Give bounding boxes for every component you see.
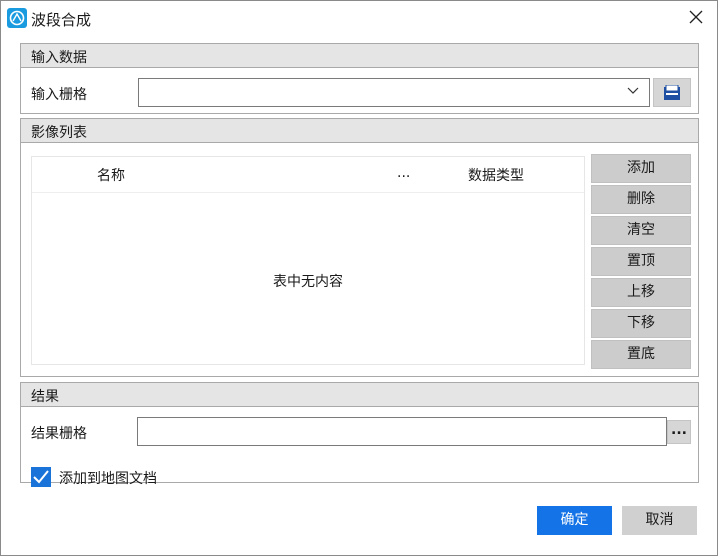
result-header: 结果 [21, 383, 698, 407]
input-data-title: 输入数据 [31, 50, 87, 66]
move-up-button[interactable]: 上移 [591, 278, 691, 307]
close-icon [689, 10, 703, 24]
cancel-button[interactable]: 取消 [622, 506, 697, 535]
chevron-down-icon[interactable] [627, 87, 639, 95]
move-top-button[interactable]: 置顶 [591, 247, 691, 276]
open-data-icon [664, 85, 680, 100]
header-divider [32, 192, 584, 193]
image-list-header: 影像列表 [21, 119, 698, 143]
add-to-map-label[interactable]: 添加到地图文档 [59, 468, 157, 488]
band-composite-dialog: 波段合成 输入数据 输入栅格 影像列表 名称 ... 数据类型 表中无内容 添加… [0, 0, 718, 556]
image-list-title: 影像列表 [31, 125, 87, 141]
result-raster-label: 结果栅格 [31, 426, 87, 442]
empty-table-message: 表中无内容 [273, 274, 343, 290]
input-raster-label: 输入栅格 [31, 87, 87, 103]
column-header-name[interactable]: 名称 [97, 165, 125, 185]
title-bar: 波段合成 [1, 1, 717, 35]
move-bottom-button[interactable]: 置底 [591, 340, 691, 369]
delete-button[interactable]: 删除 [591, 185, 691, 214]
app-logo-icon [7, 8, 27, 28]
browse-button[interactable]: ... [667, 420, 691, 444]
add-button[interactable]: 添加 [591, 154, 691, 183]
ok-button[interactable]: 确定 [537, 506, 612, 535]
clear-button[interactable]: 清空 [591, 216, 691, 245]
result-group: 结果 结果栅格 ... 添加到地图文档 [20, 382, 699, 487]
add-to-map-checkbox[interactable] [31, 467, 51, 487]
result-raster-input[interactable] [137, 417, 667, 446]
image-list-group: 影像列表 名称 ... 数据类型 表中无内容 添加 删除 清空 置顶 上移 下移… [20, 118, 699, 377]
input-raster-combo[interactable] [138, 78, 650, 107]
input-data-header: 输入数据 [21, 44, 698, 68]
column-header-more[interactable]: ... [397, 165, 410, 181]
check-icon [33, 470, 49, 484]
close-button[interactable] [683, 6, 709, 30]
window-title: 波段合成 [31, 11, 92, 29]
move-down-button[interactable]: 下移 [591, 309, 691, 338]
column-header-data-type[interactable]: 数据类型 [468, 165, 524, 185]
result-title: 结果 [31, 389, 59, 405]
image-list-table[interactable]: 名称 ... 数据类型 表中无内容 [31, 156, 585, 365]
open-data-button[interactable] [653, 78, 691, 107]
browse-button-label: ... [671, 422, 687, 438]
input-data-group: 输入数据 输入栅格 [20, 43, 699, 114]
